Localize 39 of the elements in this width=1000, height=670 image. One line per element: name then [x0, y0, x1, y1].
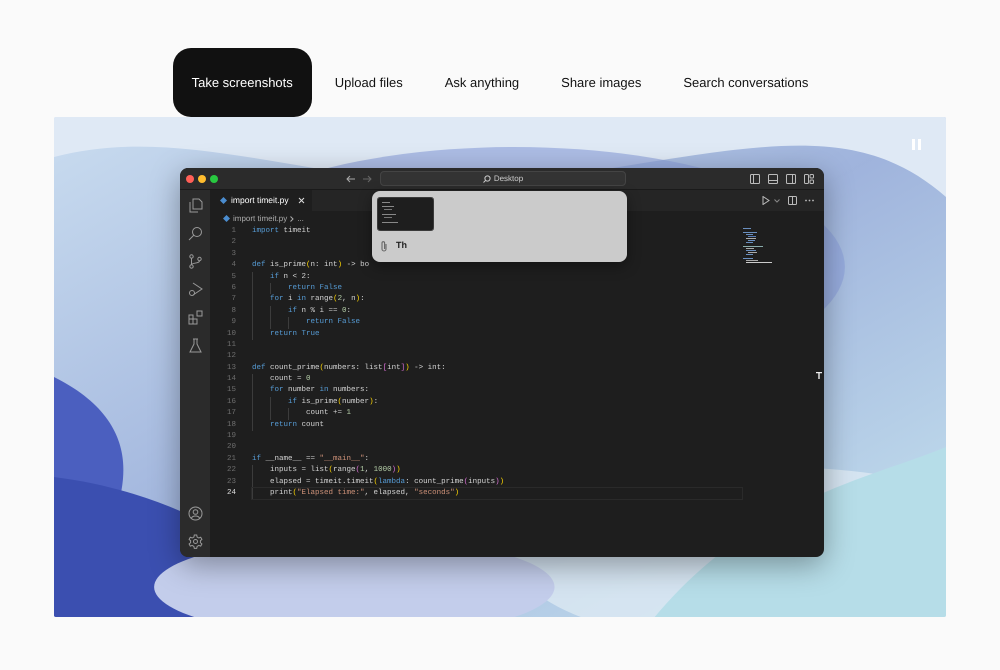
flask-icon[interactable]: [188, 338, 202, 353]
source-control-icon[interactable]: [188, 254, 202, 269]
text-cursor-icon: [816, 372, 822, 379]
files-icon[interactable]: [188, 198, 202, 213]
close-button[interactable]: [186, 174, 194, 182]
nav-tab[interactable]: Ask anything: [426, 48, 538, 117]
close-icon[interactable]: [298, 197, 305, 204]
maximize-button[interactable]: [210, 174, 218, 182]
message-input[interactable]: Th: [396, 239, 576, 252]
chevron-right-icon: [290, 216, 294, 222]
screenshot-thumbnail[interactable]: [377, 197, 434, 231]
sidebar-layout-icon[interactable]: [750, 174, 760, 184]
python-file-icon: [223, 215, 230, 222]
search-icon: [482, 174, 491, 182]
nav-tab[interactable]: Upload files: [316, 48, 422, 117]
breadcrumb-item[interactable]: ...: [297, 212, 304, 224]
settings-icon[interactable]: [188, 534, 202, 549]
account-icon[interactable]: [188, 506, 202, 521]
minimize-button[interactable]: [198, 174, 206, 182]
nav-tab[interactable]: Share images: [542, 48, 660, 117]
minimap-drawing: [743, 228, 773, 264]
split-editor-icon[interactable]: [788, 196, 797, 205]
nav-tab[interactable]: Search conversations: [664, 48, 828, 117]
secondary-sidebar-icon[interactable]: [786, 174, 796, 184]
breadcrumb-item[interactable]: import timeit.py: [233, 212, 288, 224]
back-icon[interactable]: [346, 174, 356, 182]
paperclip-icon[interactable]: [380, 240, 388, 252]
nav-tab[interactable]: Take screenshots: [172, 48, 312, 117]
search-field[interactable]: Desktop: [380, 171, 626, 186]
run-debug-icon[interactable]: [188, 282, 202, 297]
layout-grid-icon[interactable]: [804, 174, 814, 184]
more-icon[interactable]: [805, 199, 814, 202]
editor-tab[interactable]: import timeit.py: [210, 190, 312, 211]
forward-icon[interactable]: [362, 174, 372, 182]
panel-layout-icon[interactable]: [768, 174, 778, 184]
extensions-icon[interactable]: [188, 310, 202, 325]
search-icon[interactable]: [188, 226, 202, 241]
chevron-down-icon[interactable]: [774, 198, 780, 202]
run-icon[interactable]: [762, 196, 770, 205]
